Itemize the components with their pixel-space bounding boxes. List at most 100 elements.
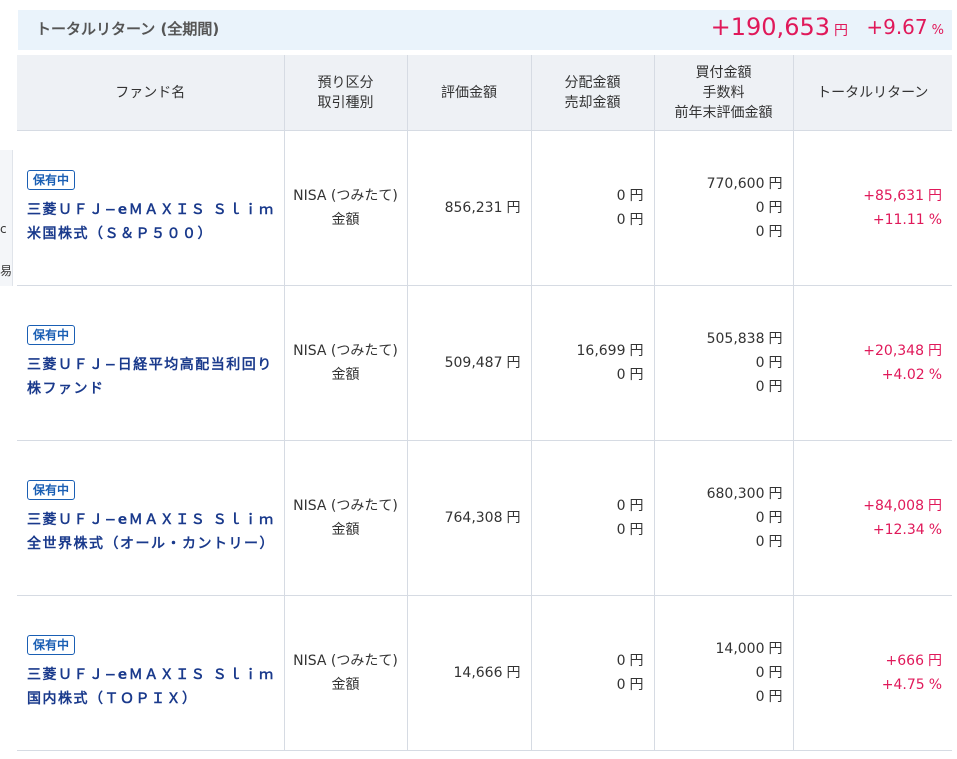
return-percent: +4.75 (881, 677, 925, 693)
total-return-cell: +84,008 円 +12.34% (792, 440, 952, 596)
yen-unit: 円 (768, 331, 783, 347)
table-header-row: ファンド名 預り区分 取引種別 評価金額 分配金額 売却金額 買付金額 手数料 前年末評… (17, 55, 952, 131)
table-row: 保有中 三菱ＵＦＪ−eＭＡＸＩＳ Ｓｌｉｍ 国内株式（ＴＯＰＩＸ） NISA (つみ… (17, 595, 952, 751)
total-return-cell: +666 円 +4.75% (792, 595, 952, 751)
yen-unit: 円 (506, 510, 521, 526)
yen-unit: 円 (506, 665, 521, 681)
yen-unit: 円 (768, 534, 783, 550)
valuation-amount: 764,308 (444, 510, 503, 526)
valuation-amount: 509,487 (444, 355, 503, 371)
prev-year-valuation: 0 (755, 224, 765, 240)
table-row: 保有中 三菱ＵＦＪ−eＭＡＸＩＳ Ｓｌｉｍ 全世界株式（オール・カントリー） NIS… (17, 440, 952, 596)
yen-unit: 円 (506, 200, 521, 216)
table-row: 保有中三菱ＵＦＪ−日経平均高配当利回り株ファンド NISA (つみたて) 金額 509… (17, 285, 952, 441)
sale-amount: 0 (616, 367, 626, 383)
fund-name-link[interactable]: 三菱ＵＦＪ−日経平均高配当利回り株ファンド (27, 353, 276, 401)
summary-amount-value: +190,653 (710, 13, 830, 41)
fund-name-link[interactable]: 三菱ＵＦＪ−eＭＡＸＩＳ Ｓｌｉｍ 全世界株式（オール・カントリー） (27, 508, 276, 556)
fund-name-link[interactable]: 三菱ＵＦＪ−eＭＡＸＩＳ Ｓｌｉｍ 国内株式（ＴＯＰＩＸ） (27, 663, 276, 711)
header-account-type[interactable]: 預り区分 取引種別 (283, 55, 407, 131)
yen-unit: 円 (768, 379, 783, 395)
holding-status-badge: 保有中 (27, 480, 76, 500)
trade-type: 金額 (331, 522, 360, 538)
summary-percent-value: +9.67 (866, 15, 928, 39)
prev-year-valuation: 0 (755, 689, 765, 705)
yen-unit: 円 (629, 188, 644, 204)
summary-label: トータルリターン (全期間) (36, 20, 220, 38)
account-type: NISA (つみたて) (293, 653, 398, 669)
yen-unit: 円 (629, 343, 644, 359)
summary-percent: +9.67% (866, 15, 944, 39)
distribution-amount: 0 (616, 188, 626, 204)
yen-unit: 円 (768, 200, 783, 216)
yen-unit: 円 (506, 355, 521, 371)
percent-unit: % (928, 212, 942, 228)
summary-amount-unit: 円 (834, 23, 848, 39)
header-fund-name[interactable]: ファンド名 (17, 55, 284, 131)
table-row: 保有中 三菱ＵＦＪ−eＭＡＸＩＳ Ｓｌｉｍ 米国株式（Ｓ＆Ｐ５００） NISA (つ… (17, 130, 952, 286)
yen-unit: 円 (629, 498, 644, 514)
return-percent: +11.11 (872, 212, 925, 228)
percent-unit: % (928, 677, 942, 693)
purchase-cell: 770,600 円 0 円 0 円 (653, 130, 793, 286)
clipped-side-panel: c 易 (0, 150, 13, 286)
header-total-return[interactable]: トータルリターン (792, 55, 952, 131)
return-percent: +12.34 (872, 522, 925, 538)
yen-unit: 円 (928, 498, 942, 514)
yen-unit: 円 (768, 510, 783, 526)
fee-amount: 0 (755, 510, 765, 526)
account-type-cell: NISA (つみたて) 金額 (283, 440, 407, 596)
yen-unit: 円 (629, 653, 644, 669)
header-distribution[interactable]: 分配金額 売却金額 (530, 55, 654, 131)
return-amount: +84,008 (863, 498, 924, 514)
purchase-amount: 14,000 (715, 641, 765, 657)
return-amount: +20,348 (863, 343, 924, 359)
return-amount: +666 (885, 653, 924, 669)
yen-unit: 円 (928, 188, 942, 204)
fund-name-cell: 保有中三菱ＵＦＪ−eＭＡＸＩＳ Ｓｌｉｍ 米国株式（Ｓ＆Ｐ５００） (17, 130, 284, 286)
account-type: NISA (つみたて) (293, 188, 398, 204)
valuation-amount: 856,231 (444, 200, 503, 216)
distribution-cell: 0円0円 (530, 440, 654, 596)
account-type: NISA (つみたて) (293, 343, 398, 359)
percent-unit: % (928, 522, 942, 538)
total-return-cell: +20,348 円 +4.02% (792, 285, 952, 441)
yen-unit: 円 (768, 689, 783, 705)
fund-name-link[interactable]: 三菱ＵＦＪ−eＭＡＸＩＳ Ｓｌｉｍ 米国株式（Ｓ＆Ｐ５００） (27, 198, 276, 246)
yen-unit: 円 (629, 677, 644, 693)
header-purchase[interactable]: 買付金額 手数料 前年末評価金額 (653, 55, 793, 131)
fund-name-cell: 保有中三菱ＵＦＪ−日経平均高配当利回り株ファンド (17, 285, 284, 441)
trade-type: 金額 (331, 367, 360, 383)
holding-status-badge: 保有中 (27, 325, 76, 345)
fee-amount: 0 (755, 355, 765, 371)
account-type: NISA (つみたて) (293, 498, 398, 514)
distribution-amount: 0 (616, 498, 626, 514)
summary-amount: +190,653 円 (711, 13, 848, 41)
clipped-text: c (0, 222, 7, 236)
valuation-amount: 14,666 (453, 665, 503, 681)
fund-name-cell: 保有中三菱ＵＦＪ−eＭＡＸＩＳ Ｓｌｉｍ 全世界株式（オール・カントリー） (17, 440, 284, 596)
yen-unit: 円 (928, 343, 942, 359)
yen-unit: 円 (768, 641, 783, 657)
header-valuation[interactable]: 評価金額 (406, 55, 531, 131)
clipped-text: 易 (0, 264, 13, 278)
total-return-summary: トータルリターン (全期間) +190,653 円 +9.67% (18, 10, 952, 50)
yen-unit: 円 (928, 653, 942, 669)
distribution-amount: 0 (616, 653, 626, 669)
valuation-cell: 764,308 円 (406, 440, 531, 596)
return-amount: +85,631 (863, 188, 924, 204)
purchase-amount: 770,600 (706, 176, 765, 192)
holding-status-badge: 保有中 (27, 170, 76, 190)
distribution-cell: 0円0円 (530, 130, 654, 286)
yen-unit: 円 (768, 486, 783, 502)
prev-year-valuation: 0 (755, 379, 765, 395)
sale-amount: 0 (616, 212, 626, 228)
valuation-cell: 509,487 円 (406, 285, 531, 441)
trade-type: 金額 (331, 212, 360, 228)
fund-table: ファンド名 預り区分 取引種別 評価金額 分配金額 売却金額 買付金額 手数料 前年末評… (17, 55, 952, 751)
account-type-cell: NISA (つみたて) 金額 (283, 130, 407, 286)
trade-type: 金額 (331, 677, 360, 693)
distribution-cell: 16,699 円 0 円 (530, 285, 654, 441)
account-type-cell: NISA (つみたて) 金額 (283, 595, 407, 751)
total-return-cell: +85,631 円 +11.11% (792, 130, 952, 286)
